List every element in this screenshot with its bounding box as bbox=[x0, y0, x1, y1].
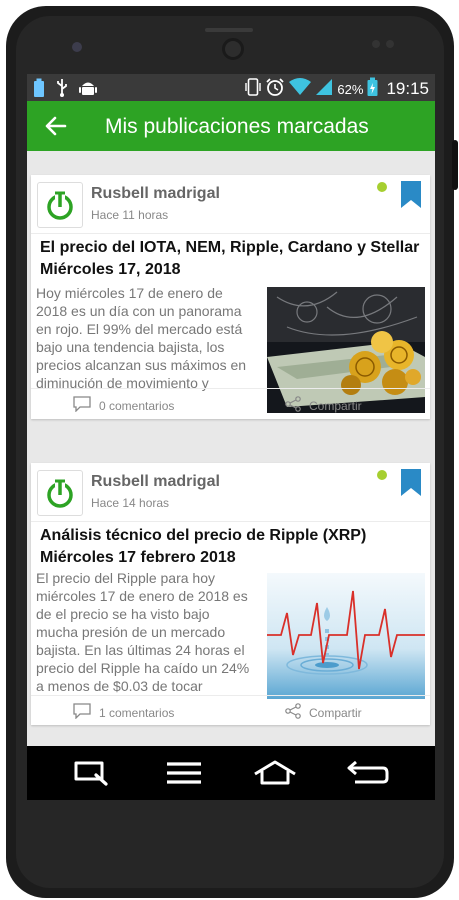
avatar[interactable] bbox=[37, 182, 83, 228]
home-nav-icon[interactable] bbox=[252, 760, 298, 791]
post-excerpt: El precio del Ripple para hoy miércoles … bbox=[36, 570, 250, 694]
post-footer: 1 comentarios Compartir bbox=[31, 695, 430, 726]
clock: 19:15 bbox=[386, 79, 429, 98]
earpiece-speaker bbox=[205, 28, 253, 32]
signal-icon bbox=[315, 78, 333, 100]
post-card[interactable]: Rusbell madrigal Hace 11 horas El precio… bbox=[31, 175, 430, 419]
back-nav-icon[interactable] bbox=[345, 760, 389, 791]
post-title[interactable]: Análisis técnico del precio de Ripple (X… bbox=[40, 525, 420, 569]
power-logo-icon bbox=[47, 479, 73, 508]
status-bar: 62% 19:15 bbox=[27, 74, 435, 101]
front-camera bbox=[222, 38, 244, 60]
share-button[interactable]: Compartir bbox=[285, 396, 362, 415]
comments-button[interactable]: 1 comentarios bbox=[73, 703, 174, 722]
comments-button[interactable]: 0 comentarios bbox=[73, 396, 174, 415]
proximity-sensor bbox=[72, 42, 82, 52]
search-nav-icon[interactable] bbox=[72, 760, 112, 791]
bookmark-icon[interactable] bbox=[400, 469, 422, 502]
post-title[interactable]: El precio del IOTA, NEM, Ripple, Cardano… bbox=[40, 237, 420, 281]
light-sensor bbox=[372, 40, 380, 48]
vibrate-icon bbox=[245, 77, 262, 101]
share-label: Compartir bbox=[309, 705, 362, 720]
share-button[interactable]: Compartir bbox=[285, 703, 362, 722]
app-bar: Mis publicaciones marcadas bbox=[27, 101, 435, 151]
post-time: Hace 14 horas bbox=[91, 496, 170, 510]
post-card[interactable]: Rusbell madrigal Hace 14 horas Análisis … bbox=[31, 463, 430, 725]
author-name[interactable]: Rusbell madrigal bbox=[91, 185, 220, 203]
menu-nav-icon[interactable] bbox=[165, 760, 203, 791]
water-drop-heartbeat-image[interactable] bbox=[267, 573, 425, 699]
comments-count: 1 comentarios bbox=[99, 705, 175, 720]
usb-icon bbox=[55, 78, 69, 103]
power-logo-icon bbox=[47, 191, 73, 220]
arrow-back-icon[interactable] bbox=[43, 113, 69, 139]
post-header: Rusbell madrigal Hace 11 horas bbox=[31, 175, 430, 234]
page-title: Mis publicaciones marcadas bbox=[105, 115, 369, 138]
light-sensor-2 bbox=[386, 40, 394, 48]
alarm-icon bbox=[265, 77, 285, 101]
wifi-icon bbox=[289, 78, 312, 100]
avatar[interactable] bbox=[37, 470, 83, 516]
post-footer: 0 comentarios Compartir bbox=[31, 388, 430, 419]
online-indicator bbox=[377, 182, 387, 192]
comment-icon bbox=[73, 396, 91, 415]
share-icon bbox=[285, 396, 301, 415]
comments-count: 0 comentarios bbox=[99, 398, 175, 413]
post-time: Hace 11 horas bbox=[91, 208, 169, 222]
online-indicator bbox=[377, 470, 387, 480]
comment-icon bbox=[73, 703, 91, 722]
navigation-bar bbox=[27, 746, 435, 800]
power-button bbox=[452, 140, 458, 190]
battery-percent: 62% bbox=[337, 81, 364, 97]
screen: 62% 19:15 Mis publicaciones marcadas Rus… bbox=[27, 74, 435, 800]
android-icon bbox=[79, 78, 97, 103]
share-label: Compartir bbox=[309, 398, 362, 413]
bookmark-icon[interactable] bbox=[400, 181, 422, 214]
battery-saver-icon bbox=[33, 78, 45, 103]
share-icon bbox=[285, 703, 301, 722]
author-name[interactable]: Rusbell madrigal bbox=[91, 473, 220, 491]
post-header: Rusbell madrigal Hace 14 horas bbox=[31, 463, 430, 522]
battery-charging-icon bbox=[367, 77, 378, 101]
